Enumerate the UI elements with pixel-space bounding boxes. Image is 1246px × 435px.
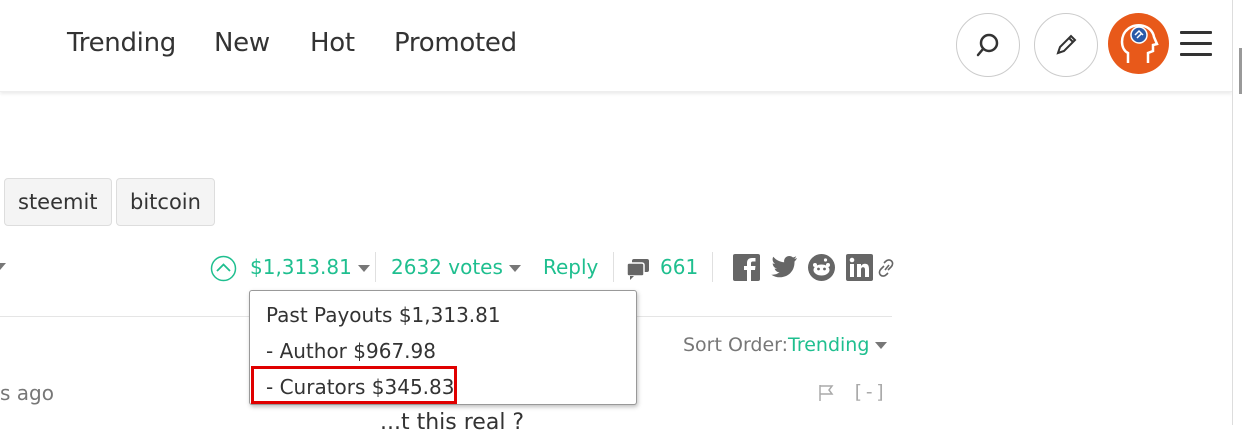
nav-hot[interactable]: Hot xyxy=(310,28,355,58)
flag-icon[interactable] xyxy=(818,384,834,402)
facebook-icon[interactable] xyxy=(733,254,760,281)
nav-new[interactable]: New xyxy=(214,28,270,58)
reddit-icon[interactable] xyxy=(808,254,835,281)
comments-icon[interactable] xyxy=(625,257,651,281)
avatar[interactable] xyxy=(1108,13,1169,74)
dropdown-caret[interactable] xyxy=(0,263,6,270)
sort-order-select[interactable]: Trending xyxy=(788,334,888,356)
nav-trending[interactable]: Trending xyxy=(67,28,176,58)
reply-link[interactable]: Reply xyxy=(543,255,598,279)
author-payout: - Author $967.98 xyxy=(266,339,436,363)
link-icon[interactable] xyxy=(877,258,895,278)
past-payouts: Past Payouts $1,313.81 xyxy=(266,303,501,327)
nav-promoted[interactable]: Promoted xyxy=(394,28,517,58)
sort-caret xyxy=(875,342,888,349)
twitter-icon[interactable] xyxy=(770,255,798,279)
menu-button[interactable] xyxy=(1180,31,1212,57)
hamburger-icon xyxy=(1180,31,1212,34)
payout-caret xyxy=(357,265,370,272)
comment-count[interactable]: 661 xyxy=(660,255,698,279)
votes-caret xyxy=(508,265,521,272)
highlight-box xyxy=(251,366,457,404)
tag-bitcoin[interactable]: bitcoin xyxy=(116,178,215,226)
sort-order-label: Sort Order: xyxy=(683,334,789,356)
tag-steemit[interactable]: steemit xyxy=(4,178,112,226)
collapse-toggle[interactable]: [-] xyxy=(852,381,886,403)
top-header: Trending New Hot Promoted xyxy=(0,0,1232,92)
compose-button[interactable] xyxy=(1034,13,1098,77)
search-button[interactable] xyxy=(956,13,1020,77)
pencil-icon xyxy=(1056,34,1077,55)
avatar-head-icon xyxy=(1120,24,1159,63)
comment-timestamp[interactable]: s ago xyxy=(0,381,54,405)
payout-value[interactable]: $1,313.81 xyxy=(250,255,370,279)
scrollbar[interactable] xyxy=(1232,0,1246,425)
search-icon xyxy=(976,33,999,57)
votes-count[interactable]: 2632 votes xyxy=(391,255,521,279)
linkedin-icon[interactable] xyxy=(846,254,873,281)
upvote-icon[interactable] xyxy=(210,255,237,282)
comment-body: ...t this real ? xyxy=(380,410,525,435)
